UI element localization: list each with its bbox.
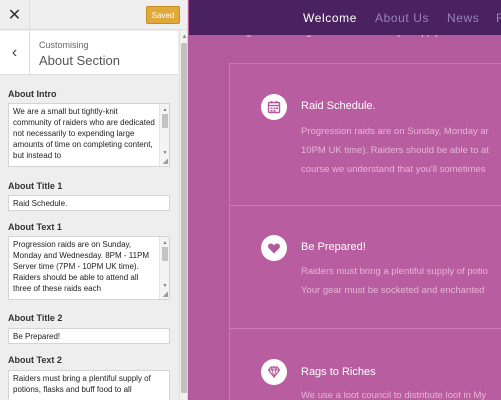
about-intro-scrollbar[interactable]: ▲ ▼ bbox=[159, 104, 169, 166]
heart-icon bbox=[261, 235, 287, 261]
feature-title: Rags to Riches bbox=[301, 366, 376, 378]
about-title-2-input[interactable]: Be Prepared! bbox=[8, 328, 170, 344]
about-intro-label: About Intro bbox=[8, 89, 57, 99]
back-button[interactable]: ‹ bbox=[0, 31, 30, 75]
close-icon: ✕ bbox=[7, 7, 22, 24]
chevron-left-icon: ‹ bbox=[11, 44, 18, 61]
customizer-sidebar: ✕ Saved ‹ Customising About Section ▲ Ab… bbox=[0, 0, 188, 400]
about-title-1-input[interactable]: Raid Schedule. bbox=[8, 195, 170, 211]
scroll-thumb[interactable] bbox=[162, 247, 168, 261]
about-text-2-textarea[interactable]: Raiders must bring a plentiful supply of… bbox=[8, 370, 170, 400]
close-button[interactable]: ✕ bbox=[0, 0, 30, 30]
about-title-2-label: About Title 2 bbox=[8, 313, 63, 323]
nav-item-welcome[interactable]: Welcome bbox=[303, 11, 357, 25]
calendar-icon bbox=[261, 94, 287, 120]
feature-text-line: Raiders must bring a plentiful supply of… bbox=[301, 266, 488, 277]
feature-title: Be Prepared! bbox=[301, 241, 366, 253]
nav-item-about-us[interactable]: About Us bbox=[375, 11, 429, 25]
about-text-1-label: About Text 1 bbox=[8, 222, 62, 232]
scroll-up-icon[interactable]: ▲ bbox=[181, 33, 187, 41]
sidebar-scrollbar[interactable]: ▲ bbox=[179, 31, 187, 400]
about-intro-value: We are a small but tightly-knit communit… bbox=[13, 107, 155, 160]
save-button[interactable]: Saved bbox=[146, 6, 180, 24]
section-title: About Section bbox=[39, 53, 120, 68]
diamond-icon bbox=[261, 359, 287, 385]
customizer-topbar: ✕ Saved bbox=[0, 0, 187, 30]
feature-text-line: 10PM UK time). Raiders should be able to… bbox=[301, 145, 489, 156]
about-text-2-value: Raiders must bring a plentiful supply of… bbox=[13, 374, 151, 394]
about-text-1-textarea[interactable]: Progression raids are on Sunday, Monday … bbox=[8, 236, 170, 300]
breadcrumb: Customising bbox=[39, 40, 89, 50]
feature-text-line: Progression raids are on Sunday, Monday … bbox=[301, 126, 489, 137]
section-header: ‹ Customising About Section bbox=[0, 31, 178, 75]
about-text-2-label: About Text 2 bbox=[8, 355, 62, 365]
feature-text-line: Your gear must be socketed and enchanted bbox=[301, 285, 485, 296]
about-text-1-scrollbar[interactable]: ▲ ▼ bbox=[159, 237, 169, 299]
about-text-1-value: Progression raids are on Sunday, Monday … bbox=[13, 240, 150, 293]
nav-item-news[interactable]: News bbox=[447, 11, 479, 25]
about-intro-textarea[interactable]: We are a small but tightly-knit communit… bbox=[8, 103, 170, 167]
resize-grip-icon[interactable]: ◢ bbox=[163, 158, 168, 165]
sidebar-scroll-thumb[interactable] bbox=[181, 43, 187, 393]
feature-text-line: course we understand that you'll sometim… bbox=[301, 164, 486, 175]
nav-item-more[interactable]: F bbox=[496, 11, 501, 25]
card-divider bbox=[230, 205, 501, 206]
site-nav: Welcome About Us News F bbox=[189, 0, 501, 35]
card-divider bbox=[230, 328, 501, 329]
feature-title: Raid Schedule. bbox=[301, 100, 376, 112]
feature-text-line: We use a loot council to distribute loot… bbox=[301, 390, 487, 400]
resize-grip-icon[interactable]: ◢ bbox=[163, 291, 168, 298]
scroll-thumb[interactable] bbox=[162, 114, 168, 128]
about-title-1-label: About Title 1 bbox=[8, 181, 63, 191]
site-preview: the guild. Please give it a read before … bbox=[189, 0, 501, 400]
